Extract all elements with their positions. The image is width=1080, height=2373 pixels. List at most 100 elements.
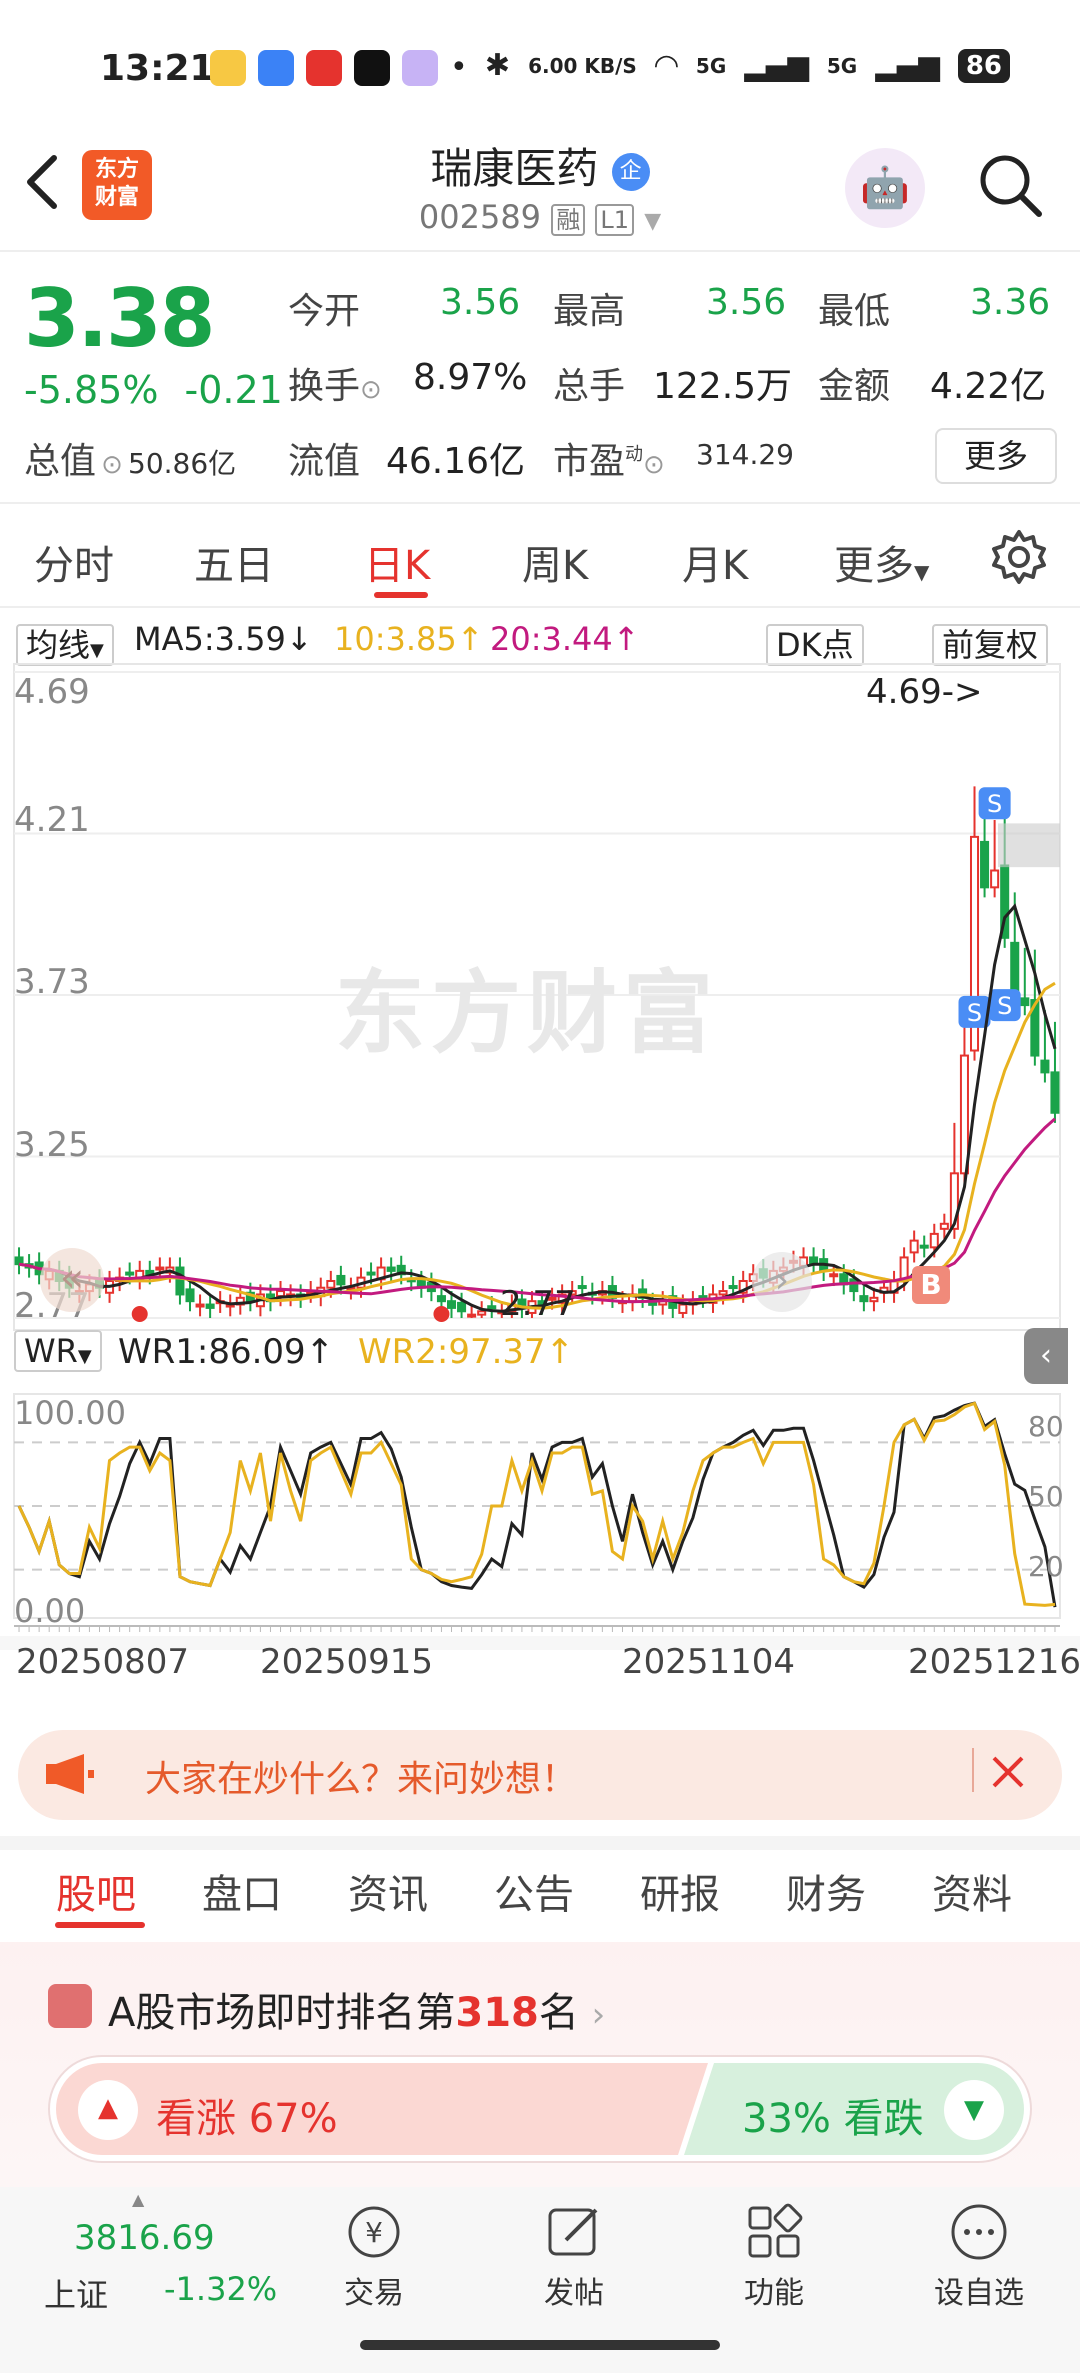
ma20-value: 20:3.44↑ <box>490 620 640 658</box>
notification-icons: • <box>210 50 468 86</box>
y-tick-label: 3.25 <box>14 1125 90 1165</box>
watermark: 东方财富 <box>335 961 719 1066</box>
candle-body <box>125 1271 135 1276</box>
bear-label[interactable]: 33% 看跌 <box>742 2086 924 2144</box>
tab-more[interactable]: 更多▼ <box>834 533 929 591</box>
price-change: -5.85% -0.21 <box>24 368 283 412</box>
tab-more-label: 更多 <box>834 543 914 589</box>
rank-prefix: A股市场即时排名第 <box>108 1990 456 2036</box>
nav-post[interactable]: 发帖 <box>534 2200 614 2312</box>
dropdown-triangle-icon: ▼ <box>77 1346 92 1367</box>
app-icon <box>258 50 294 86</box>
weibo-icon <box>210 50 246 86</box>
candle-body <box>829 1273 839 1278</box>
scroll-left-button[interactable]: « <box>40 1248 104 1312</box>
ma-selector-text: 均线 <box>26 626 91 664</box>
candle-body <box>1050 1071 1060 1114</box>
tab-timeshare[interactable]: 分时 <box>34 533 114 591</box>
status-time: 13:21 <box>100 48 215 89</box>
nav-watchlist-label: 设自选 <box>934 2276 1024 2311</box>
search-icon <box>980 155 1042 217</box>
nav-post-label: 发帖 <box>544 2276 604 2311</box>
open-value: 3.56 <box>440 282 521 323</box>
tab-guba[interactable]: 股吧 <box>56 1862 136 1920</box>
change-abs: -0.21 <box>184 368 283 412</box>
stock-name: 瑞康医药 <box>430 144 599 193</box>
candle-body <box>386 1266 396 1272</box>
sell-signal-text: S <box>997 992 1012 1020</box>
trade-yen-icon: ¥ <box>348 2206 400 2258</box>
chevron-right-icon: › <box>591 1995 606 2035</box>
current-price: 3.38 <box>24 272 215 365</box>
y-tick-label: 4.69 <box>14 672 90 712</box>
tab-research[interactable]: 研报 <box>640 1862 720 1920</box>
bull-label[interactable]: 看涨 67% <box>156 2086 338 2144</box>
up-arrow-icon: ↑ <box>305 1332 335 1372</box>
rank-link[interactable]: A股市场即时排名第318名 › <box>108 1980 605 2038</box>
min-price-label: 2.77 <box>500 1284 576 1324</box>
wr-y-right: 80 <box>1028 1410 1064 1443</box>
x-date-label: 20250915 <box>260 1642 434 1682</box>
tab-week-k[interactable]: 周K <box>522 533 588 591</box>
float-value: 46.16亿 <box>386 441 526 482</box>
info-icon: ⊙ <box>360 375 382 405</box>
tab-announcements[interactable]: 公告 <box>494 1862 574 1920</box>
rank-chart-icon <box>48 1984 92 2028</box>
divider <box>972 1748 974 1792</box>
more-dot-icon: • <box>450 50 468 85</box>
wr-selector[interactable]: WR▼ <box>14 1330 102 1372</box>
turnover-label-text: 换手 <box>288 366 361 407</box>
wifi-icon: ◠ <box>654 48 678 83</box>
tab-finance[interactable]: 财务 <box>786 1862 866 1920</box>
wr-y-right: 20 <box>1028 1550 1064 1583</box>
tab-profile[interactable]: 资料 <box>932 1862 1012 1920</box>
nav-functions-label: 功能 <box>744 2276 804 2311</box>
wr1-text: WR1:86.09 <box>118 1332 306 1372</box>
index-name[interactable]: 上证 <box>44 2270 108 2316</box>
nav-trade[interactable]: ¥ 交易 <box>334 2200 414 2312</box>
candle-body <box>326 1279 336 1289</box>
kline-chart[interactable]: SS S <box>0 660 1080 1710</box>
tab-day-k[interactable]: 日K <box>364 533 430 591</box>
scroll-right-button[interactable]: › <box>752 1252 812 1312</box>
more-button[interactable]: 更多 <box>935 428 1057 484</box>
sell-signal-text: S <box>987 790 1002 818</box>
battery-indicator: 86 <box>957 48 1010 83</box>
pe-label: 市盈动⊙ <box>553 432 665 484</box>
chart-settings-button[interactable] <box>990 528 1048 590</box>
home-indicator <box>360 2340 720 2350</box>
signal-icon: ▂▄▆ <box>744 49 809 82</box>
bear-button[interactable]: ▼ <box>944 2080 1004 2140</box>
candle-body <box>919 1244 929 1249</box>
y-tick-label: 3.73 <box>14 962 90 1002</box>
sell-signal-text: S <box>967 999 982 1027</box>
buy-signal-badge[interactable]: B <box>912 1266 950 1304</box>
edit-icon <box>548 2208 598 2256</box>
nav-watchlist[interactable]: 设自选 <box>924 2200 1034 2312</box>
wr-selector-label: WR▼ <box>14 1330 102 1372</box>
candle-body <box>648 1301 658 1306</box>
tab-five-day[interactable]: 五日 <box>194 533 274 591</box>
candle-body <box>276 1290 286 1298</box>
low-label: 最低 <box>818 291 891 332</box>
info-icon: ⊙ <box>101 450 123 480</box>
y-tick-label: 4.21 <box>14 800 90 840</box>
nav-functions[interactable]: 功能 <box>734 2200 814 2312</box>
turnover-label: 换手⊙ <box>288 357 382 409</box>
collapse-panel-button[interactable]: ‹ <box>1024 1328 1068 1384</box>
app-icon <box>402 50 438 86</box>
wr2-text: WR2:97.37 <box>358 1332 546 1372</box>
close-banner-button[interactable] <box>988 1752 1028 1796</box>
down-arrow-icon: ↓ <box>285 620 313 658</box>
candle-body <box>155 1266 165 1271</box>
assistant-robot-avatar[interactable]: 🤖 <box>845 148 925 228</box>
banner-text: 大家在炒什么？来问妙想！ <box>145 1759 578 1800</box>
search-button[interactable] <box>975 150 1045 220</box>
tab-news[interactable]: 资讯 <box>348 1862 428 1920</box>
tab-pankou[interactable]: 盘口 <box>202 1862 282 1920</box>
index-change[interactable]: -1.32% <box>164 2270 277 2308</box>
index-value[interactable]: 3816.69 <box>74 2218 215 2258</box>
tab-month-k[interactable]: 月K <box>682 533 748 591</box>
pe-sup: 动 <box>625 444 644 465</box>
bull-button[interactable]: ▲ <box>78 2080 138 2140</box>
